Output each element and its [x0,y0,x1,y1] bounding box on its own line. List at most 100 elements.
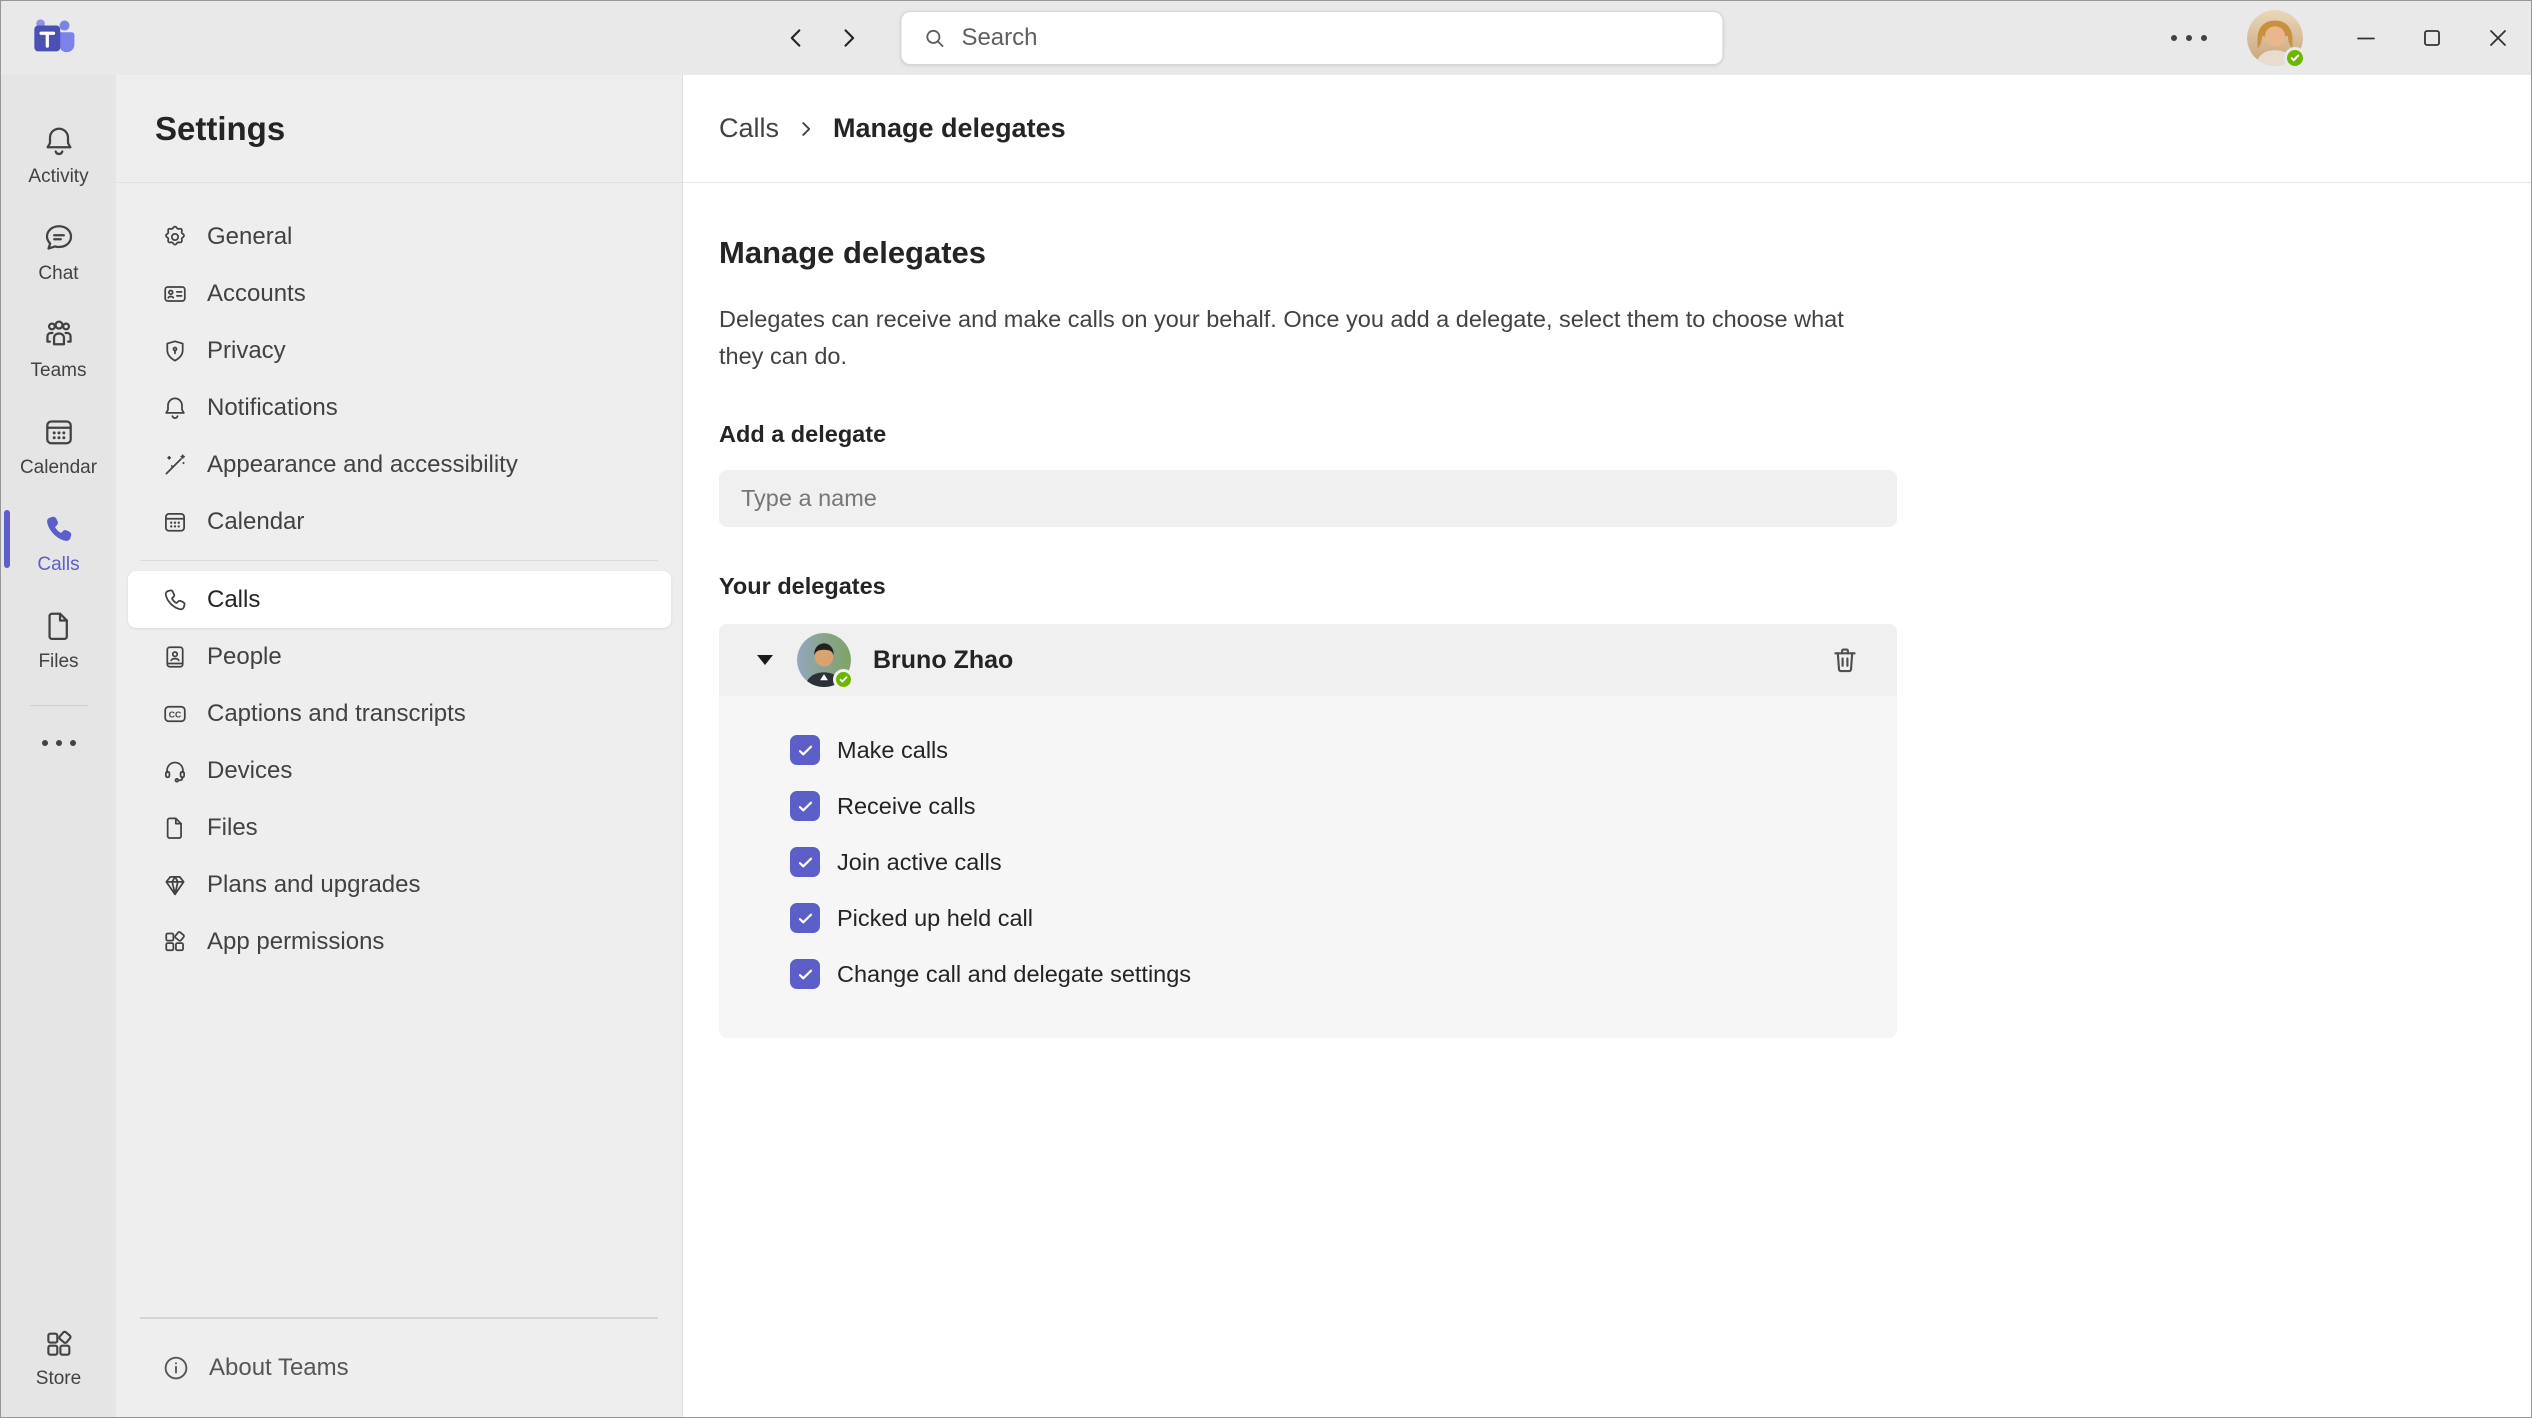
gear-icon [161,223,189,251]
settings-item-general[interactable]: General [128,208,671,265]
rail-item-label: Calls [37,554,80,575]
settings-item-calls[interactable]: Calls [128,571,671,628]
nav-back-button[interactable] [770,12,822,64]
breadcrumb-current: Manage delegates [833,113,1066,143]
settings-item-label: Appearance and accessibility [207,450,518,478]
rail-item-calls[interactable]: Calls [1,495,116,592]
permission-row: Receive calls [719,778,1897,834]
breadcrumb: Calls Manage delegates [683,75,2531,183]
settings-item-devices[interactable]: Devices [128,742,671,799]
add-delegate-input[interactable] [719,470,1897,527]
settings-item-label: Calls [207,585,261,613]
delegate-row[interactable]: Bruno Zhao [719,624,1897,696]
svg-text:CC: CC [169,709,181,719]
rail-item-label: Store [35,1368,82,1389]
nav-forward-button[interactable] [822,12,874,64]
settings-item-label: Privacy [207,336,286,364]
rail-item-files[interactable]: Files [1,592,116,689]
rail-item-label: Files [38,651,79,672]
file-icon [161,814,189,842]
permission-label: Join active calls [837,848,1002,875]
settings-item-plans[interactable]: Plans and upgrades [128,856,671,913]
bell-icon [45,127,72,156]
checkbox-change-settings[interactable] [790,959,820,989]
close-icon [2490,30,2506,46]
phone-icon [46,516,71,541]
rail-item-label: Chat [38,263,79,284]
store-apps-icon [46,1330,72,1356]
settings-item-label: Notifications [207,393,338,421]
chevron-right-icon [795,118,817,140]
settings-item-people[interactable]: People [128,628,671,685]
settings-nav-list: General Accounts Privacy Notifications A [116,183,682,970]
settings-item-app-permissions[interactable]: App permissions [128,913,671,970]
settings-header: Settings [116,75,682,183]
maximize-button[interactable] [2399,1,2465,75]
more-apps-icon[interactable] [32,730,86,756]
about-teams-label: About Teams [209,1354,349,1381]
settings-content: Calls Manage delegates Manage delegates … [683,75,2531,1417]
checkbox-make-calls[interactable] [790,735,820,765]
settings-nav-divider [140,560,658,561]
calendar-icon [45,420,72,445]
chevron-right-icon [844,29,855,47]
settings-item-privacy[interactable]: Privacy [128,322,671,379]
permission-label: Change call and delegate settings [837,960,1192,987]
people-team-icon [45,320,72,346]
settings-title: Settings [155,109,286,147]
permission-label: Make calls [837,736,949,763]
permission-row: Change call and delegate settings [719,946,1897,1002]
settings-item-files[interactable]: Files [128,799,671,856]
permission-row: Join active calls [719,834,1897,890]
chevron-left-icon [790,29,801,47]
search-input[interactable]: Search [900,11,1724,65]
page-title: Manage delegates [719,235,987,270]
settings-item-captions[interactable]: CC Captions and transcripts [128,685,671,742]
app-rail: Activity Chat Teams Calendar Calls Files… [1,75,116,1417]
settings-item-notifications[interactable]: Notifications [128,379,671,436]
rail-item-chat[interactable]: Chat [1,204,116,301]
chat-icon [45,225,72,250]
your-delegates-label: Your delegates [719,573,886,599]
close-button[interactable] [2465,1,2531,75]
contact-book-icon [161,643,189,671]
minimize-button[interactable] [2333,1,2399,75]
titlebar: Search [1,1,2531,75]
rail-item-calendar[interactable]: Calendar [1,398,116,495]
settings-item-calendar[interactable]: Calendar [128,493,671,550]
app-grid-icon [161,928,189,956]
settings-item-label: People [207,642,282,670]
permission-row: Make calls [719,722,1897,778]
page-description: Delegates can receive and make calls on … [719,306,1844,369]
teams-window: Search Activity Chat Teams Calendar Call… [0,0,2532,1418]
settings-item-accounts[interactable]: Accounts [128,265,671,322]
user-avatar[interactable] [2247,10,2306,69]
breadcrumb-calls-link[interactable]: Calls [719,113,779,144]
rail-item-activity[interactable]: Activity [1,107,116,204]
checkbox-picked-up-held-call[interactable] [790,903,820,933]
rail-item-store[interactable]: Store [1,1310,116,1407]
permission-row: Picked up held call [719,890,1897,946]
caret-down-icon[interactable] [757,655,773,665]
closed-captions-icon: CC [161,700,189,728]
rail-item-teams[interactable]: Teams [1,301,116,398]
bell-icon [161,394,189,422]
settings-item-label: Accounts [207,279,306,307]
about-teams-button[interactable]: About Teams [116,1319,682,1417]
settings-item-label: Files [207,813,258,841]
minimize-icon [2357,37,2375,40]
more-options-icon[interactable] [2171,35,2207,41]
rail-divider [29,705,88,706]
calendar-icon [161,508,189,536]
delete-delegate-button[interactable] [1821,636,1869,684]
checkbox-join-active-calls[interactable] [790,847,820,877]
file-icon [47,612,68,641]
add-delegate-label: Add a delegate [719,421,887,447]
info-icon [164,1356,188,1380]
settings-item-appearance[interactable]: Appearance and accessibility [128,436,671,493]
checkbox-receive-calls[interactable] [790,791,820,821]
search-placeholder: Search [961,24,1038,51]
settings-item-label: General [207,222,293,250]
settings-item-label: Captions and transcripts [207,699,466,727]
wand-icon [161,451,189,479]
